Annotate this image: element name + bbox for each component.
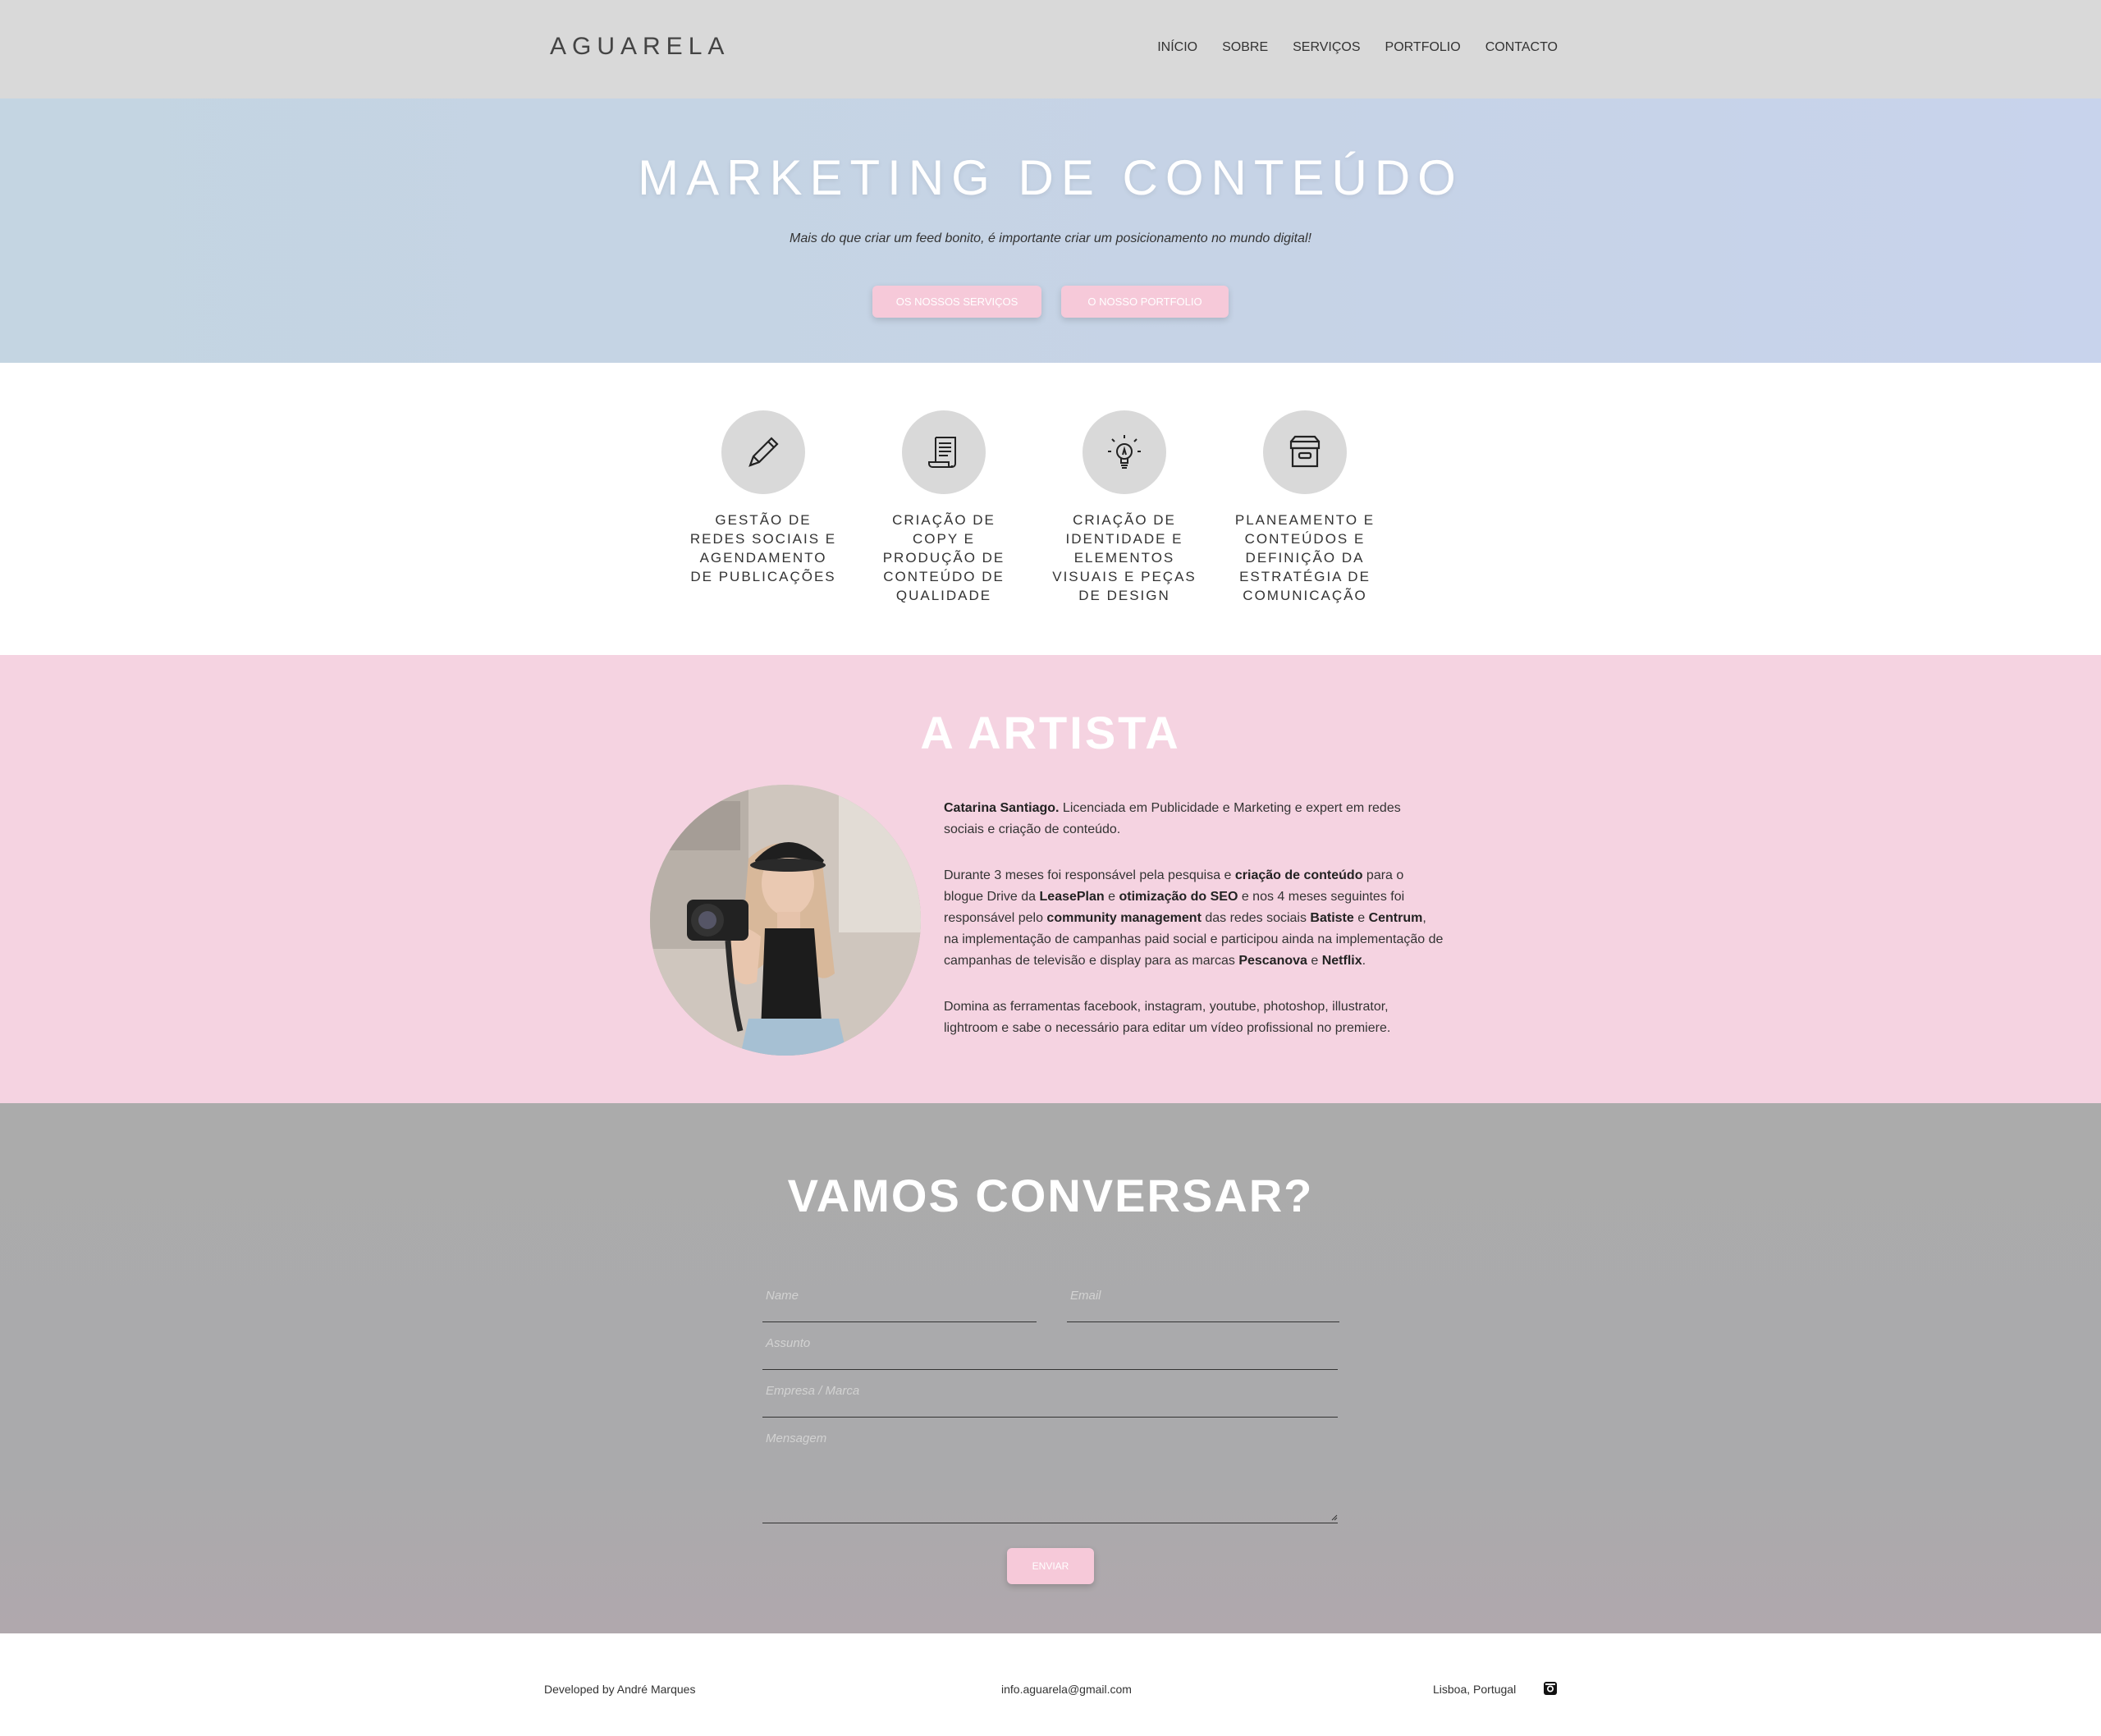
artist-title: A ARTISTA [920,707,1181,758]
instagram-icon[interactable] [1543,1681,1558,1696]
contact-email[interactable]: info.aguarela@gmail.com [1001,1683,1132,1696]
artist-photo [650,785,921,1056]
archive-box-icon [1263,410,1347,494]
artist-bio: Catarina Santiago. Licenciada em Publici… [944,798,1444,1064]
hero-section: MARKETING DE CONTEÚDO Mais do que criar … [0,98,2101,363]
service-item: CRIAÇÃO DE COPY E PRODUÇÃO DE CONTEÚDO D… [870,410,1018,605]
nav-item-portfolio[interactable]: PORTFOLIO [1385,40,1461,55]
nav-item-inicio[interactable]: INÍCIO [1157,40,1197,55]
name-field[interactable]: Name [762,1289,1037,1322]
bio-paragraph: Durante 3 meses foi responsável pela pes… [944,868,1444,968]
services-list: GESTÃO DE REDES SOCIAIS E AGENDAMENTO DE… [689,410,1379,605]
company-placeholder: Empresa / Marca [766,1384,860,1398]
services-section: GESTÃO DE REDES SOCIAIS E AGENDAMENTO DE… [0,363,2101,655]
developer-credit: Developed by André Marques [544,1683,696,1696]
service-label: GESTÃO DE REDES SOCIAIS E AGENDAMENTO DE… [689,512,837,584]
email-field[interactable]: Email [1067,1289,1339,1322]
nav-item-contacto[interactable]: CONTACTO [1485,40,1558,55]
hero-subtitle: Mais do que criar um feed bonito, é impo… [790,231,1311,245]
service-item: GESTÃO DE REDES SOCIAIS E AGENDAMENTO DE… [689,410,837,605]
site-logo[interactable]: AGUARELA [550,33,730,61]
service-label: PLANEAMENTO E CONTEÚDOS E DEFINIÇÃO DA E… [1234,512,1375,603]
name-placeholder: Name [766,1289,799,1303]
bio-paragraph: Domina as ferramentas facebook, instagra… [944,1000,1391,1035]
company-field[interactable]: Empresa / Marca [762,1384,1338,1418]
email-placeholder: Email [1070,1289,1101,1303]
contact-title: VAMOS CONVERSAR? [787,1170,1314,1221]
bio-paragraph: Catarina Santiago. Licenciada em Publici… [944,801,1401,836]
portfolio-button[interactable]: O NOSSO PORTFOLIO [1061,286,1229,318]
resize-handle-icon[interactable] [1330,1513,1338,1521]
hero-buttons: OS NOSSOS SERVIÇOS O NOSSO PORTFOLIO [0,286,2101,318]
artist-section: A ARTISTA Catarina Santiago. Licenciada … [0,655,2101,1103]
message-textarea[interactable]: Mensagem [762,1431,1338,1523]
subject-placeholder: Assunto [766,1336,811,1350]
contact-section: VAMOS CONVERSAR? Name Email Assunto Empr… [0,1103,2101,1633]
services-button[interactable]: OS NOSSOS SERVIÇOS [872,286,1041,318]
scroll-icon [902,410,986,494]
subject-field[interactable]: Assunto [762,1336,1338,1370]
top-navbar: AGUARELA INÍCIO SOBRE SERVIÇOS PORTFOLIO… [0,0,2101,98]
service-item: PLANEAMENTO E CONTEÚDOS E DEFINIÇÃO DA E… [1231,410,1379,605]
message-placeholder: Mensagem [766,1431,827,1445]
service-item: CRIAÇÃO DE IDENTIDADE E ELEMENTOS VISUAI… [1050,410,1198,605]
footer: Developed by André Marques info.aguarela… [0,1633,2101,1736]
location-text: Lisboa, Portugal [1433,1683,1517,1696]
service-label: CRIAÇÃO DE IDENTIDADE E ELEMENTOS VISUAI… [1052,512,1197,603]
main-menu: INÍCIO SOBRE SERVIÇOS PORTFOLIO CONTACTO [1157,40,1558,55]
send-button[interactable]: ENVIAR [1007,1548,1094,1584]
lightbulb-icon [1083,410,1166,494]
hero-title: MARKETING DE CONTEÚDO [638,150,1463,205]
service-label: CRIAÇÃO DE COPY E PRODUÇÃO DE CONTEÚDO D… [882,512,1005,603]
nav-item-servicos[interactable]: SERVIÇOS [1293,40,1360,55]
pencil-icon [721,410,805,494]
nav-item-sobre[interactable]: SOBRE [1222,40,1268,55]
